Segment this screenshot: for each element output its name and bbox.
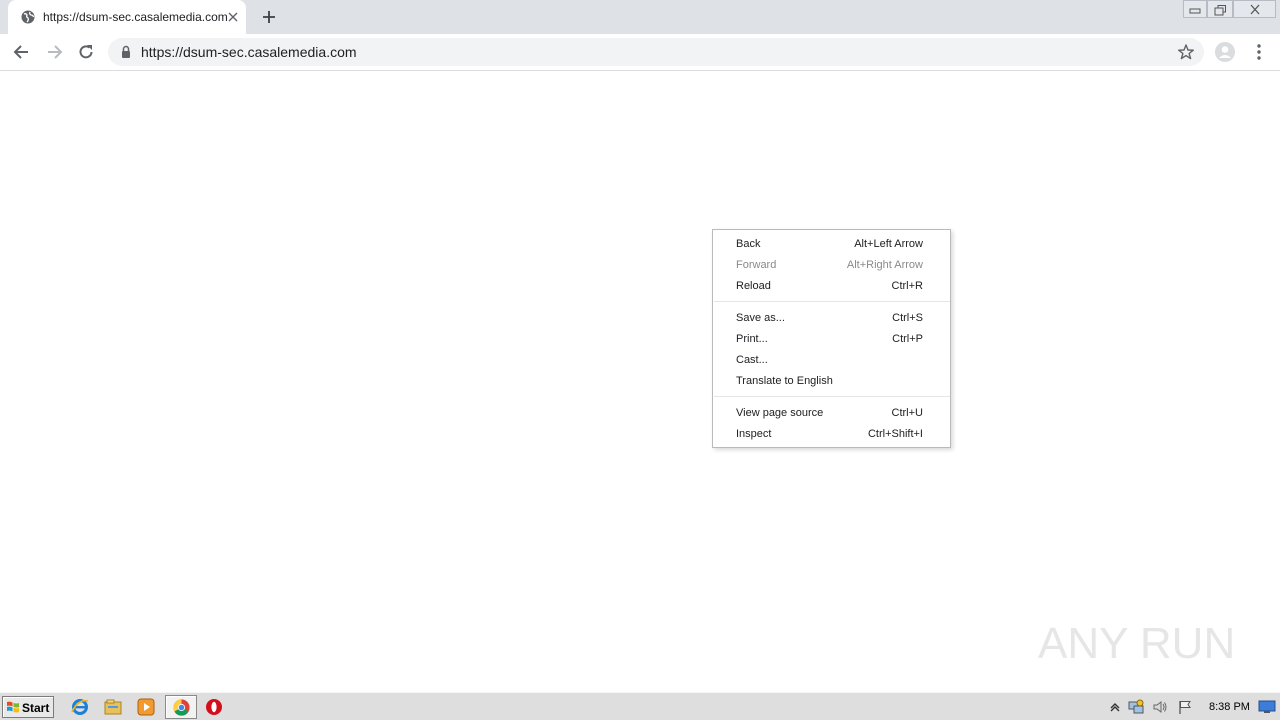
show-desktop-icon[interactable] xyxy=(1258,700,1276,714)
tab-strip: https://dsum-sec.casalemedia.com xyxy=(0,0,1280,34)
menu-item-forward: Forward Alt+Right Arrow xyxy=(736,259,923,271)
menu-item-reload[interactable]: Reload Ctrl+R xyxy=(713,276,950,297)
close-icon[interactable] xyxy=(1233,0,1276,18)
anyrun-watermark: ANY RUN xyxy=(1038,619,1235,668)
action-center-flag-icon[interactable] xyxy=(1177,699,1193,715)
menu-item-cast[interactable]: Cast... xyxy=(713,350,950,371)
menu-item-translate[interactable]: Translate to English xyxy=(713,371,950,392)
context-menu: Back Alt+Left Arrow Forward Alt+Right Ar… xyxy=(712,229,951,448)
tab-title: https://dsum-sec.casalemedia.com xyxy=(43,10,228,24)
volume-icon[interactable] xyxy=(1152,699,1168,715)
restore-icon[interactable] xyxy=(1207,0,1233,18)
lock-icon[interactable] xyxy=(120,45,132,59)
start-button[interactable]: Start xyxy=(2,696,54,718)
plus-icon[interactable] xyxy=(260,8,278,26)
arrow-right-icon[interactable] xyxy=(44,42,64,62)
windows-logo-icon xyxy=(7,701,19,713)
menu-separator xyxy=(714,396,950,397)
menu-item-print[interactable]: Print... Ctrl+P xyxy=(713,329,950,350)
browser-toolbar: https://dsum-sec.casalemedia.com xyxy=(0,34,1280,71)
system-clock: 8:38 PM xyxy=(1209,701,1250,713)
menu-item-view-source[interactable]: View page source Ctrl+U xyxy=(713,403,950,424)
show-hidden-icons-icon[interactable] xyxy=(1107,699,1123,715)
arrow-left-icon[interactable] xyxy=(12,42,32,62)
taskbar: Start 8:38 PM xyxy=(0,692,1280,720)
svg-text:ANY RUN: ANY RUN xyxy=(1038,619,1235,668)
menu-item-back[interactable]: Back Alt+Left Arrow xyxy=(713,234,950,255)
system-tray xyxy=(1104,696,1280,718)
globe-icon xyxy=(21,10,35,24)
browser-tab[interactable]: https://dsum-sec.casalemedia.com xyxy=(8,0,246,34)
internet-explorer-icon[interactable] xyxy=(70,697,90,717)
menu-separator xyxy=(714,301,950,302)
reload-icon[interactable] xyxy=(76,42,96,62)
url-text: https://dsum-sec.casalemedia.com xyxy=(141,44,357,60)
kebab-menu-icon[interactable] xyxy=(1250,42,1268,62)
page-content[interactable] xyxy=(0,72,1280,692)
address-bar[interactable]: https://dsum-sec.casalemedia.com xyxy=(108,38,1204,66)
chrome-icon xyxy=(173,699,190,716)
minimize-icon[interactable] xyxy=(1183,0,1207,18)
menu-item-inspect[interactable]: Inspect Ctrl+Shift+I xyxy=(713,424,950,445)
network-icon[interactable] xyxy=(1128,699,1144,715)
start-label: Start xyxy=(22,701,50,715)
file-explorer-icon[interactable] xyxy=(103,697,123,717)
opera-icon[interactable] xyxy=(204,697,224,717)
media-player-icon[interactable] xyxy=(136,697,156,717)
avatar-icon[interactable] xyxy=(1214,41,1236,63)
menu-item-save-as[interactable]: Save as... Ctrl+S xyxy=(713,308,950,329)
star-icon[interactable] xyxy=(1177,43,1195,61)
close-icon[interactable] xyxy=(225,9,241,25)
taskbar-chrome-button[interactable] xyxy=(165,695,197,719)
